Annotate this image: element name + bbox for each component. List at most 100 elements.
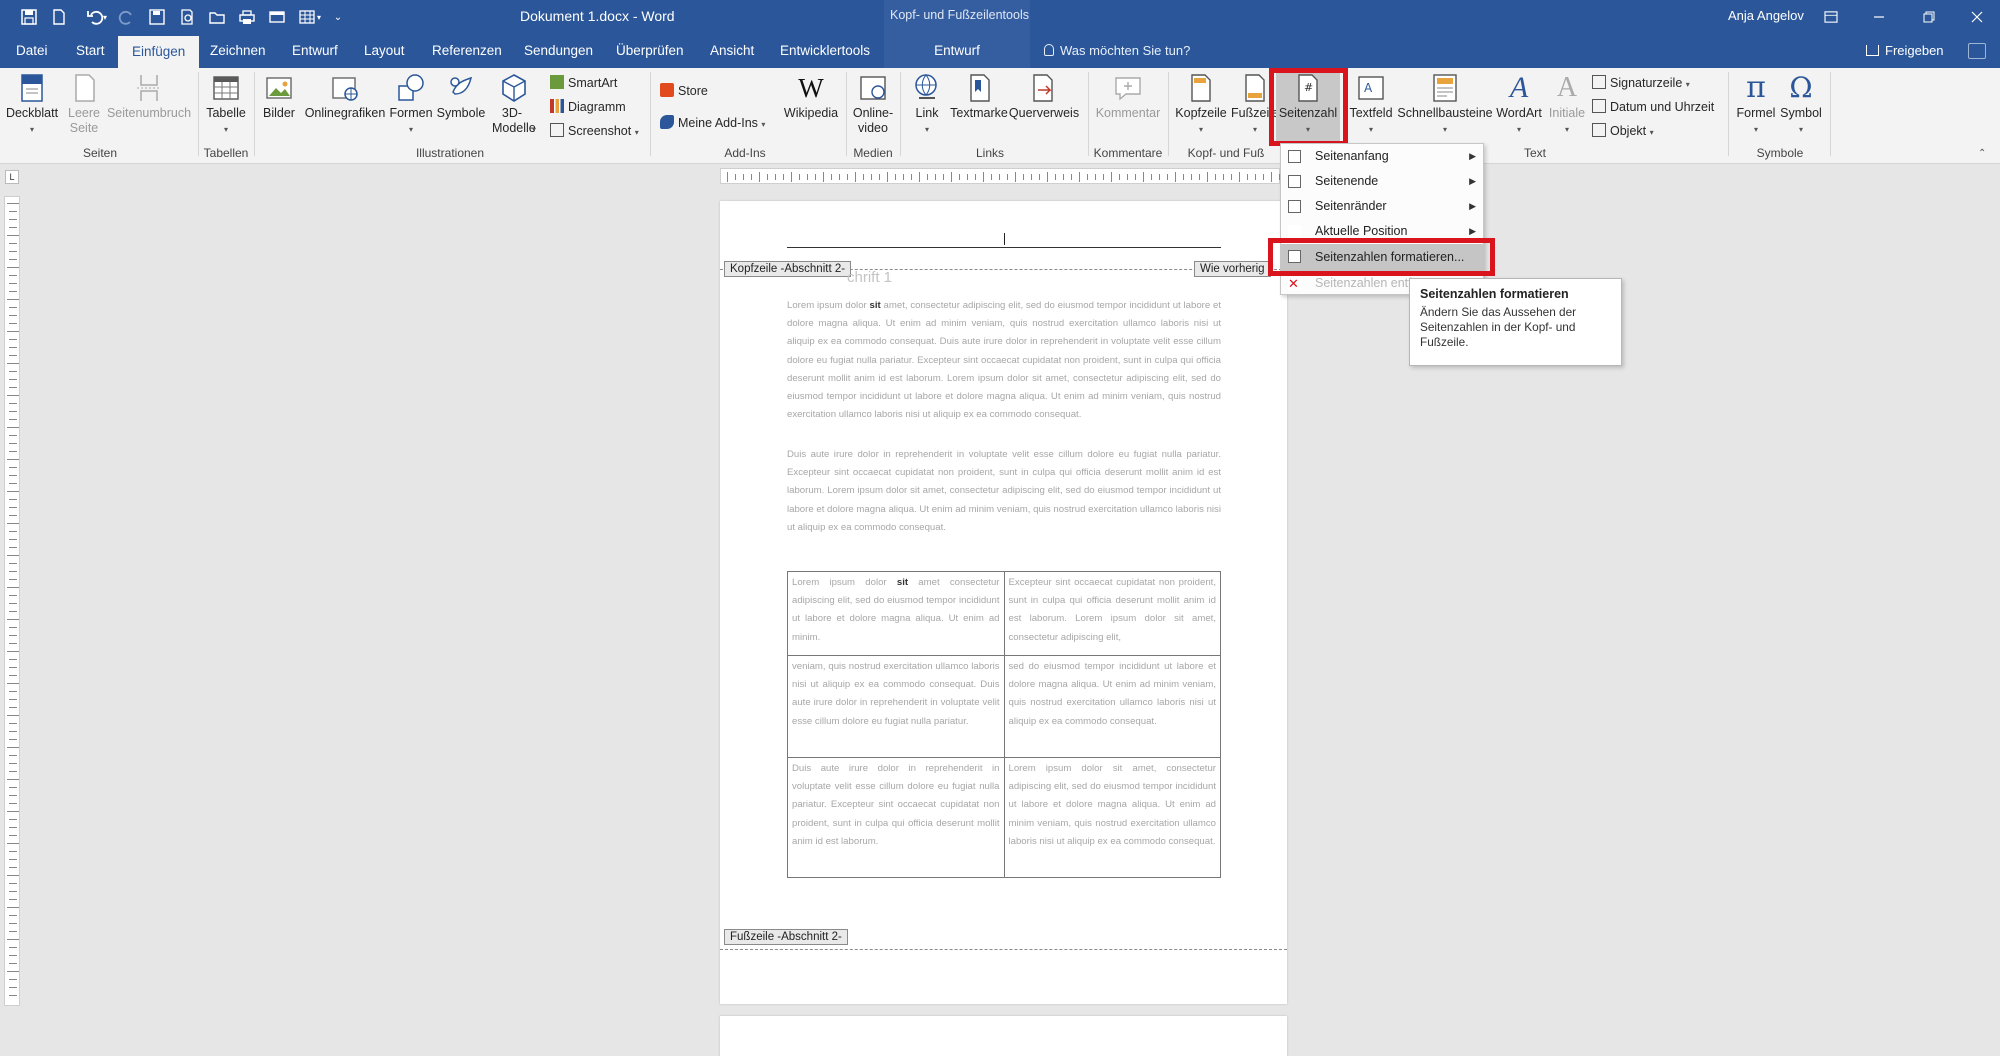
icons-button[interactable]: Symbole	[436, 72, 486, 121]
table-cell[interactable]: Duis aute irure dolor in reprehenderit i…	[787, 757, 1005, 878]
tab-review[interactable]: Überprüfen	[610, 34, 690, 68]
screenshot-button[interactable]: Screenshot ▾	[550, 123, 639, 141]
collapse-ribbon-icon[interactable]: ⌃	[1978, 148, 1986, 159]
chart-button[interactable]: Diagramm	[550, 99, 626, 115]
menu-item-label: Seitenanfang	[1315, 149, 1389, 163]
ruler-tick	[1247, 174, 1248, 180]
group-label-pages: Seiten	[82, 146, 118, 160]
ruler-tick	[1207, 172, 1208, 182]
signature-line-button[interactable]: Signaturzeile ▾	[1592, 75, 1690, 93]
tab-mailings[interactable]: Sendungen	[518, 34, 599, 68]
document-page[interactable]: Kopfzeile -Abschnitt 2- chrift 1 Wie vor…	[720, 201, 1287, 1004]
online-pictures-button[interactable]: Onlinegrafiken	[300, 72, 390, 121]
ruler-tick	[9, 635, 17, 636]
3d-models-button[interactable]: 3D-Modelle▾	[486, 72, 542, 137]
close-icon[interactable]	[1954, 0, 2000, 34]
shapes-button[interactable]: Formen ▾	[388, 72, 434, 137]
ribbon-display-options-icon[interactable]	[1808, 0, 1854, 34]
comments-icon[interactable]	[1968, 43, 1986, 59]
store-button[interactable]: Store	[660, 83, 708, 99]
table-dropdown-icon[interactable]: ▾	[312, 0, 326, 34]
restore-icon[interactable]	[1906, 0, 1952, 34]
ruler-tick	[9, 803, 17, 804]
menu-item-top-of-page[interactable]: Seitenanfang ▶	[1281, 144, 1485, 169]
date-time-button[interactable]: Datum und Uhrzeit	[1592, 99, 1714, 115]
customize-qat-icon[interactable]: ⌄	[328, 0, 348, 34]
table-cell[interactable]: sed do eiusmod tempor incididunt ut labo…	[1003, 655, 1221, 758]
tell-me-search[interactable]: Was möchten Sie tun?	[1044, 34, 1190, 68]
my-addins-button[interactable]: Meine Add-Ins ▾	[660, 115, 765, 133]
tab-developer[interactable]: Entwicklertools	[774, 34, 876, 68]
redo-icon[interactable]	[112, 0, 142, 34]
quick-parts-button[interactable]: Schnellbausteine ▾	[1394, 72, 1496, 137]
cross-reference-button[interactable]: Querverweis	[1008, 72, 1080, 121]
ruler-tick	[807, 174, 808, 180]
table-cell[interactable]: Excepteur sint occaecat cupidatat non pr…	[1003, 571, 1221, 656]
bookmark-button[interactable]: Textmarke	[950, 72, 1008, 121]
ruler-tick	[9, 259, 17, 260]
wordart-button[interactable]: A WordArt ▾	[1494, 72, 1544, 137]
page-break-button[interactable]: Seitenumbruch	[106, 72, 192, 121]
ruler-tick	[767, 174, 768, 180]
ruler-tick	[999, 174, 1000, 180]
document-page-next[interactable]	[720, 1016, 1287, 1056]
minimize-icon[interactable]	[1856, 0, 1902, 34]
page-break-label: Seitenumbruch	[106, 106, 192, 120]
table-cell[interactable]: Lorem ipsum dolor sit amet consectetur a…	[787, 571, 1005, 656]
blank-page-button[interactable]: Leere Seite	[62, 72, 106, 136]
save-as-icon[interactable]	[142, 0, 172, 34]
tab-file[interactable]: Datei	[10, 34, 54, 68]
tab-insert[interactable]: Einfügen	[118, 36, 200, 68]
menu-item-page-margins[interactable]: Seitenränder ▶	[1281, 194, 1485, 219]
ruler-tick	[1239, 172, 1240, 182]
table-button[interactable]: Tabelle ▾	[204, 72, 248, 137]
pictures-button[interactable]: Bilder	[258, 72, 300, 121]
print-icon[interactable]	[232, 0, 262, 34]
new-document-icon[interactable]	[44, 0, 74, 34]
horizontal-ruler[interactable]	[720, 168, 1280, 184]
share-button[interactable]: Freigeben	[1866, 34, 1944, 68]
wikipedia-button[interactable]: W Wikipedia	[778, 72, 844, 121]
ruler-tick	[9, 211, 17, 212]
ruler-tick	[1103, 174, 1104, 180]
tab-references[interactable]: Referenzen	[426, 34, 508, 68]
tab-draw[interactable]: Zeichnen	[204, 34, 272, 68]
ruler-tick	[855, 172, 856, 182]
cover-page-button[interactable]: Deckblatt ▾	[4, 72, 60, 137]
open-folder-icon[interactable]	[202, 0, 232, 34]
tab-start[interactable]: Start	[70, 34, 111, 68]
comment-button[interactable]: Kommentar	[1092, 72, 1164, 121]
save-icon[interactable]	[14, 0, 44, 34]
dropcap-button[interactable]: A Initiale ▾	[1544, 72, 1590, 137]
tab-stop-selector[interactable]: L	[5, 170, 19, 184]
table-cell[interactable]: veniam, quis nostrud exercitation ullamc…	[787, 655, 1005, 758]
ruler-tick	[9, 883, 17, 884]
header-button[interactable]: Kopfzeile ▾	[1172, 72, 1230, 137]
online-video-button[interactable]: Online-video	[848, 72, 898, 136]
textbox-button[interactable]: A Textfeld ▾	[1348, 72, 1394, 137]
link-button[interactable]: Link ▾	[904, 72, 950, 137]
symbol-button[interactable]: Ω Symbol ▾	[1778, 72, 1824, 137]
tab-design[interactable]: Entwurf	[286, 34, 344, 68]
user-name[interactable]: Anja Angelov	[1728, 8, 1804, 23]
table-cell[interactable]: Lorem ipsum dolor sit amet, consectetur …	[1003, 757, 1221, 878]
ruler-tick	[1175, 172, 1176, 182]
ruler-tick	[7, 875, 19, 876]
layout-view-icon[interactable]	[262, 0, 292, 34]
tab-view[interactable]: Ansicht	[704, 34, 760, 68]
undo-dropdown-icon[interactable]: ▾	[98, 0, 112, 34]
tab-layout[interactable]: Layout	[358, 34, 411, 68]
equation-button[interactable]: π Formel ▾	[1732, 72, 1780, 137]
ruler-tick	[9, 739, 17, 740]
menu-item-bottom-of-page[interactable]: Seitenende ▶	[1281, 169, 1485, 194]
smartart-button[interactable]: SmartArt	[550, 75, 617, 91]
print-preview-icon[interactable]	[172, 0, 202, 34]
tab-header-footer-design[interactable]: Entwurf	[884, 34, 1030, 68]
lightbulb-icon	[1044, 44, 1054, 56]
ruler-tick	[9, 443, 17, 444]
vertical-ruler[interactable]	[4, 196, 20, 1006]
object-button[interactable]: Objekt ▾	[1592, 123, 1654, 141]
ruler-tick	[751, 174, 752, 180]
calendar-icon	[1592, 99, 1606, 113]
document-table[interactable]: Lorem ipsum dolor sit amet consectetur a…	[787, 571, 1221, 878]
